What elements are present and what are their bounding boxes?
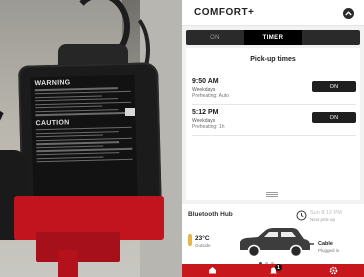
app-title: COMFORT+	[194, 7, 255, 18]
cable-label: Cable	[318, 241, 333, 247]
collapse-icon[interactable]	[343, 8, 354, 19]
schedule-item[interactable]: 5:12 PM Weekdays Preheating: 1h ON	[192, 109, 356, 149]
schedule-time: 9:50 AM	[192, 78, 219, 85]
tab-timer[interactable]: TIMER	[244, 30, 302, 45]
nav-settings[interactable]	[303, 264, 364, 277]
tab-off[interactable]	[302, 30, 360, 45]
pickup-card: Pick-up times 9:50 AM Weekdays Preheatin…	[186, 48, 360, 200]
schedule-mode: Preheating: 1h	[192, 124, 225, 130]
hub-title: Bluetooth Hub	[188, 211, 233, 218]
red-mount	[58, 250, 78, 277]
bottom-nav: 1	[182, 264, 364, 277]
pickup-title: Pick-up times	[250, 56, 296, 63]
clock-icon	[296, 210, 307, 221]
divider	[192, 104, 356, 105]
red-mount	[36, 232, 120, 262]
warning-label: WARNING CAUTION	[30, 74, 138, 200]
device-photo: WARNING CAUTION	[0, 0, 182, 277]
mode-tabs: ON TIMER	[186, 30, 360, 45]
notification-badge: 1	[275, 264, 282, 271]
settings-icon	[329, 266, 338, 275]
divider	[192, 135, 356, 136]
schedule-time: 5:12 PM	[192, 109, 219, 116]
outside-temperature: 23°C	[195, 235, 210, 242]
drag-handle-icon[interactable]	[266, 192, 278, 197]
nav-home[interactable]	[182, 264, 243, 277]
hub-time: Sun 8:12 PM	[310, 210, 342, 216]
bluetooth-hub-card: Bluetooth Hub Sun 8:12 PM Next pick-up 2…	[182, 204, 364, 265]
nav-notifications[interactable]	[243, 264, 304, 277]
temperature-label: Outside	[195, 243, 211, 248]
schedule-toggle[interactable]: ON	[312, 112, 356, 123]
home-icon	[208, 267, 216, 274]
schedule-toggle[interactable]: ON	[312, 81, 356, 92]
tab-on[interactable]: ON	[186, 30, 244, 45]
schedule-mode: Preheating: Auto	[192, 93, 229, 99]
car-icon	[240, 228, 314, 258]
app-panel: COMFORT+ ON TIMER Pick-up times 9:50 AM …	[182, 0, 364, 277]
hub-time-subtitle: Next pick-up	[310, 217, 336, 222]
cable-status: Plugged in	[318, 248, 340, 253]
app-header: COMFORT+	[182, 0, 364, 26]
thermometer-icon	[188, 234, 192, 246]
clip	[125, 108, 135, 116]
